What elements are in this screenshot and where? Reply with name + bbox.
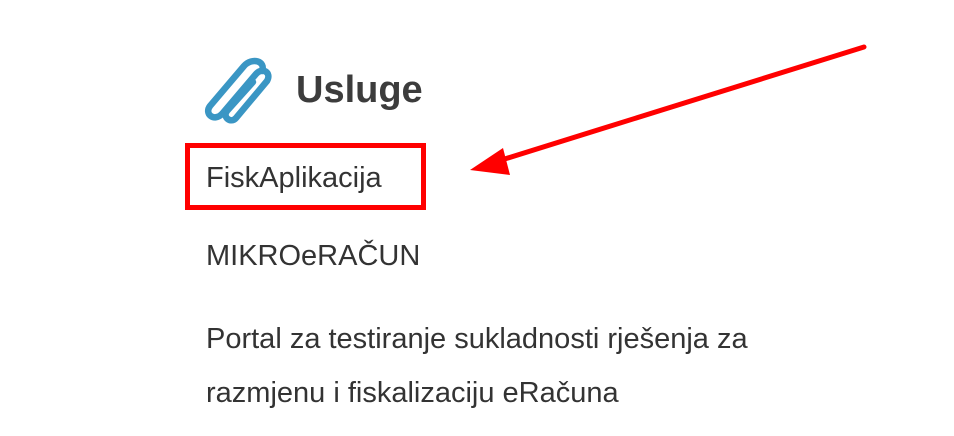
fiskaplikacija-link[interactable]: FiskAplikacija — [206, 158, 382, 198]
paperclip-icon — [204, 57, 272, 124]
services-section: Usluge FiskAplikacija MIKROeRAČUN Portal… — [0, 0, 954, 436]
services-title: Usluge — [296, 69, 423, 111]
portal-testiranje-link[interactable]: Portal za testiranje sukladnosti rješenj… — [206, 312, 806, 420]
mikroeracun-link[interactable]: MIKROeRAČUN — [206, 236, 420, 276]
